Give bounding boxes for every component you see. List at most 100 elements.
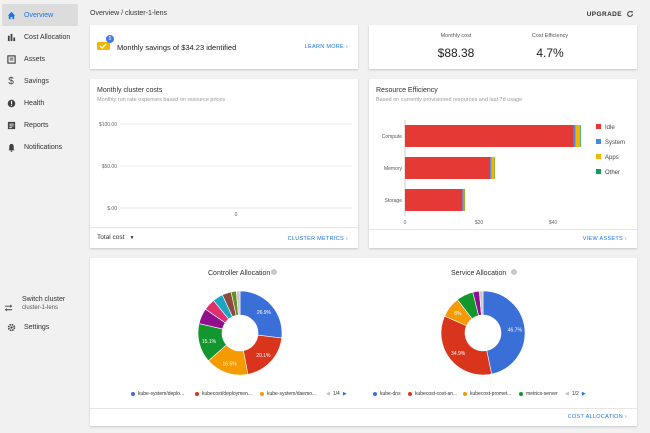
sidebar-item-notifications[interactable]: Notifications	[2, 136, 78, 158]
service-pager: ◀ 1/2 ▶	[565, 391, 586, 397]
gear-icon	[6, 322, 16, 332]
bar-segment	[405, 125, 574, 147]
card-subtitle: Monthly run rate expenses based on resou…	[97, 97, 226, 103]
monthly-cost-value: $88.38	[437, 46, 475, 60]
sidebar-item-assets[interactable]: Assets	[2, 48, 78, 70]
category-label: Memory	[384, 166, 403, 172]
refresh-icon	[627, 10, 633, 17]
savings-count-badge: 5	[106, 35, 114, 43]
savings-text: Monthly savings of $34.23 identified	[117, 43, 237, 52]
legend-item: kube-system/daemo...	[260, 391, 316, 397]
learn-more-link[interactable]: LEARN MORE ›	[305, 44, 348, 50]
sidebar-item-cost-allocation[interactable]: Cost Allocation	[2, 26, 78, 48]
bar-segment	[462, 189, 464, 211]
legend-item: kube-dns	[373, 391, 401, 397]
legend-label: Idle	[605, 125, 615, 131]
resource-efficiency-chart: Compute Memory Storage 0 $20 $40 Idle System App…	[382, 120, 625, 226]
bar-segment	[405, 189, 463, 211]
sidebar-item-label: Savings	[24, 77, 49, 85]
controller-allocation-title: Controller Allocation	[208, 270, 271, 277]
category-label: Storage	[384, 198, 402, 204]
switch-cluster-label: Switch cluster	[22, 296, 66, 303]
total-cost-dropdown[interactable]: Total cost ▼	[97, 234, 134, 241]
bar-segment	[463, 189, 465, 211]
x-tick-label: 0	[235, 212, 238, 218]
resource-efficiency-card: Resource Efficiency Based on currently p…	[369, 79, 637, 248]
card-subtitle: Based on currently provisioned resources…	[376, 97, 523, 103]
legend-label: kube-system/daemo...	[267, 391, 317, 397]
legend-item: metrics-server	[519, 391, 558, 397]
slice-label: 8%	[454, 311, 462, 317]
bar-segment	[491, 157, 495, 179]
slice-label: 16.5%	[223, 361, 238, 367]
sidebar-item-label: Settings	[24, 323, 50, 331]
view-assets-label: VIEW ASSETS	[582, 236, 624, 242]
legend-label: System	[605, 140, 625, 146]
sidebar-item-label: Overview	[24, 11, 54, 19]
legend-item: kube-system/deplo...	[131, 391, 184, 397]
next-page-icon[interactable]: ▶	[343, 391, 347, 397]
legend-label: Apps	[605, 155, 619, 161]
sidebar-item-settings[interactable]: Settings	[2, 316, 78, 338]
sidebar-item-health[interactable]: Health	[2, 92, 78, 114]
slice-label: 26.9%	[257, 310, 272, 316]
bar-segment	[405, 157, 491, 179]
sidebar-item-label: Health	[24, 99, 45, 107]
view-assets-link[interactable]: VIEW ASSETS ›	[583, 236, 627, 242]
next-page-icon[interactable]: ▶	[582, 391, 586, 397]
legend-swatch	[596, 154, 601, 159]
slice-label: 20.1%	[256, 353, 271, 359]
info-icon[interactable]	[271, 269, 277, 275]
bar-segment	[490, 157, 492, 179]
sidebar-item-savings[interactable]: $ Savings	[2, 70, 78, 92]
home-icon	[6, 10, 16, 20]
prev-page-icon[interactable]: ◀	[565, 391, 569, 397]
legend-label: kubecost-promet...	[470, 391, 512, 397]
current-cluster-name: cluster-1-lens	[22, 305, 59, 311]
legend-item: kubecost/deploymen...	[195, 391, 252, 397]
cluster-costs-card: Monthly cluster costs Monthly run rate e…	[90, 79, 358, 248]
legend-swatch	[596, 124, 601, 129]
legend-label: kube-system/deplo...	[138, 391, 185, 397]
legend-label: Other	[605, 170, 620, 176]
cluster-metrics-label: CLUSTER METRICS	[287, 236, 345, 242]
upgrade-button[interactable]: UPGRADE	[587, 10, 634, 18]
legend-swatch	[596, 139, 601, 144]
sidebar-item-reports[interactable]: Reports	[2, 114, 78, 136]
cluster-metrics-link[interactable]: CLUSTER METRICS ›	[288, 236, 348, 242]
cost-efficiency-value: 4.7%	[536, 46, 564, 60]
swap-icon	[4, 299, 14, 312]
bar-segment	[573, 125, 576, 147]
slice-label: 15.1%	[202, 339, 217, 345]
y-tick-label: $100.00	[99, 122, 117, 128]
legend-label: kubecost-cost-an...	[415, 391, 458, 397]
prev-page-icon[interactable]: ◀	[326, 391, 330, 397]
service-allocation-pie: 46.7% 34.9% 8%	[440, 290, 526, 376]
savings-card: 5 Monthly savings of $34.23 identified L…	[90, 25, 358, 69]
card-divider	[90, 227, 358, 228]
learn-more-label: LEARN MORE	[304, 44, 345, 50]
x-tick-label: 0	[404, 220, 407, 226]
card-divider	[369, 229, 637, 230]
category-label: Compute	[382, 134, 403, 140]
controller-pager: ◀ 1/4 ▶	[326, 391, 347, 397]
sidebar-item-label: Notifications	[24, 143, 63, 151]
x-tick-label: $20	[475, 220, 484, 226]
list-box-icon	[6, 54, 16, 64]
info-icon[interactable]	[511, 269, 517, 275]
upgrade-label: UPGRADE	[586, 10, 622, 18]
legend-label: kube-dns	[380, 391, 401, 397]
breadcrumb: Overview / cluster-1-lens	[90, 10, 168, 17]
legend-swatch	[596, 169, 601, 174]
legend-item: kubecost-promet...	[463, 391, 511, 397]
sidebar-item-overview[interactable]: Overview	[2, 4, 78, 26]
page-indicator: 1/4	[332, 391, 340, 397]
y-tick-label: $.00	[107, 206, 117, 212]
switch-cluster-button[interactable]: Switch cluster cluster-1-lens	[4, 296, 80, 318]
controller-allocation-pie: 26.9% 20.1% 16.5% 15.1%	[197, 290, 283, 376]
cost-summary-card: Monthly cost $88.38 Cost Efficiency 4.7%	[369, 25, 637, 69]
cost-allocation-link[interactable]: COST ALLOCATION ›	[568, 414, 627, 420]
cluster-cost-chart: $100.00 $50.00 $.00 0	[99, 122, 352, 218]
bar-segment	[575, 125, 581, 147]
dropdown-value: Total cost	[97, 234, 125, 241]
